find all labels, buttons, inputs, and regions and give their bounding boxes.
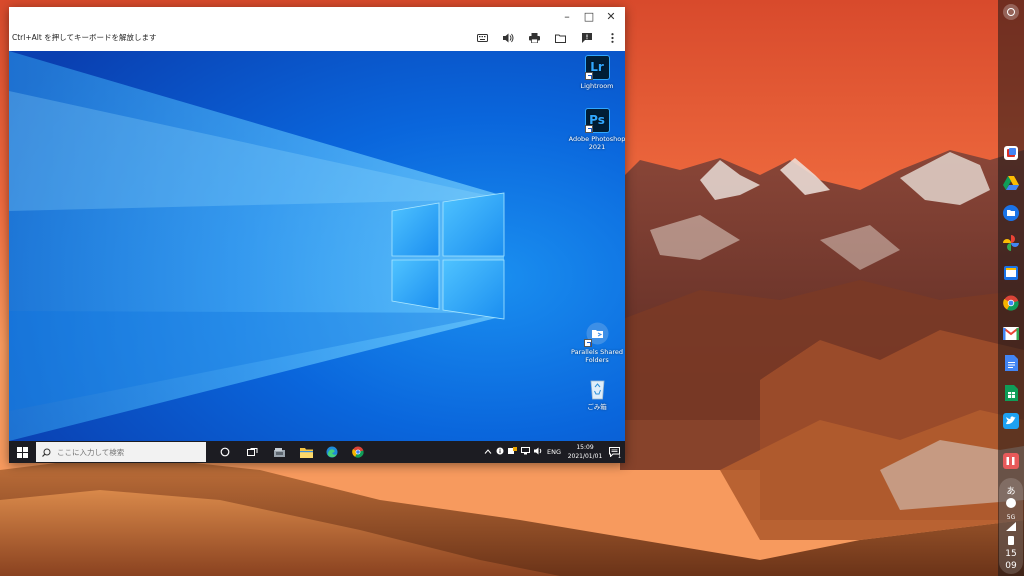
google-photos-icon[interactable]	[1001, 233, 1021, 253]
desktop-icon-parallels-shared-folders[interactable]: Parallels Shared Folders	[567, 321, 625, 364]
windows-logo-icon	[16, 446, 28, 458]
window-controls: – □ ✕	[561, 11, 617, 25]
parallels-vm-window[interactable]: – □ ✕ Ctrl+Alt を押してキーボードを解放します Lr Lightr…	[9, 7, 625, 463]
desktop-icon-label: Lightroom	[580, 82, 614, 90]
task-view-icon[interactable]	[241, 443, 263, 461]
chevron-up-icon[interactable]	[484, 448, 492, 456]
recorder-icon[interactable]	[1001, 143, 1021, 163]
parallels-shared-folders-icon	[583, 321, 610, 347]
windows-desktop[interactable]: Lr Lightroom Ps Adobe Photoshop 2021 Par…	[9, 51, 625, 441]
files-icon[interactable]	[1001, 203, 1021, 223]
desktop-icon-label: ごみ箱	[587, 403, 607, 411]
chrome-icon[interactable]	[347, 443, 369, 461]
maximize-button[interactable]: □	[583, 11, 595, 23]
speaker-icon[interactable]	[533, 447, 543, 457]
parallels-icon[interactable]	[1001, 451, 1021, 471]
snipping-icon[interactable]	[268, 443, 290, 461]
chromeos-shelf: あ 5G 15 09	[998, 0, 1024, 576]
close-button[interactable]: ✕	[605, 11, 617, 23]
notification-icon[interactable]: 1	[609, 446, 622, 460]
launcher-button[interactable]	[1003, 4, 1019, 20]
clock-date: 2021/01/01	[567, 453, 603, 460]
info-icon[interactable]	[496, 447, 504, 457]
notification-count: 1	[616, 453, 622, 460]
battery-icon	[1008, 536, 1014, 545]
ime-indicator: あ	[1006, 487, 1016, 497]
google-keep-icon[interactable]	[1001, 263, 1021, 283]
system-tray: ENG 15:09 2021/01/01 1	[484, 441, 622, 463]
desktop-icon-lightroom[interactable]: Lr Lightroom	[567, 55, 625, 90]
desktop-icon-label: Parallels Shared Folders	[570, 348, 624, 364]
lightroom-icon: Lr	[584, 55, 610, 80]
notification-dot-icon	[1006, 498, 1016, 508]
folder-icon[interactable]	[554, 32, 567, 45]
search-icon	[42, 448, 51, 457]
taskbar-clock[interactable]: 15:09 2021/01/01	[565, 443, 605, 461]
shelf-clock-hour: 15	[1005, 549, 1017, 559]
print-icon[interactable]	[528, 32, 541, 45]
cortana-icon[interactable]	[214, 443, 236, 461]
more-vert-icon[interactable]	[606, 32, 619, 45]
windows-taskbar: ENG 15:09 2021/01/01 1	[9, 441, 625, 463]
desktop-icon-label: Adobe Photoshop 2021	[568, 135, 625, 151]
clock-time: 15:09	[576, 444, 594, 451]
desktop-icon-photoshop[interactable]: Ps Adobe Photoshop 2021	[567, 108, 625, 151]
minimize-button[interactable]: –	[561, 11, 573, 23]
start-button[interactable]	[12, 444, 32, 460]
wifi-icon	[1006, 522, 1016, 531]
edge-icon[interactable]	[321, 443, 343, 461]
signal-text: 5G	[1006, 514, 1016, 521]
keyboard-release-hint: Ctrl+Alt を押してキーボードを解放します	[12, 33, 157, 42]
vm-titlebar[interactable]: – □ ✕ Ctrl+Alt を押してキーボードを解放します	[9, 7, 625, 51]
photoshop-icon: Ps	[584, 108, 610, 133]
windows-wallpaper	[9, 51, 625, 441]
search-input[interactable]	[57, 447, 197, 457]
recycle-bin-icon	[585, 376, 610, 401]
desktop-icon-recycle-bin[interactable]: ごみ箱	[567, 376, 625, 411]
shelf-clock: 15 09	[999, 548, 1023, 572]
chrome-icon[interactable]	[1001, 293, 1021, 313]
file-explorer-icon[interactable]	[295, 443, 317, 461]
google-docs-icon[interactable]	[1001, 353, 1021, 373]
gmail-icon[interactable]	[1001, 323, 1021, 343]
taskbar-search-box[interactable]	[36, 442, 206, 462]
twitter-icon[interactable]	[1001, 411, 1021, 431]
keyboard-icon[interactable]	[476, 32, 489, 45]
parallels-tray-icon[interactable]	[507, 447, 517, 457]
google-drive-icon[interactable]	[1001, 173, 1021, 193]
vm-toolbar	[476, 31, 619, 45]
input-language[interactable]: ENG	[547, 448, 561, 456]
feedback-icon[interactable]	[580, 32, 593, 45]
google-sheets-icon[interactable]	[1001, 383, 1021, 403]
shelf-clock-minute: 09	[1005, 561, 1017, 571]
network-icon[interactable]	[520, 447, 530, 457]
status-tray[interactable]: あ 5G 15 09	[999, 478, 1023, 574]
volume-icon[interactable]	[502, 32, 515, 45]
